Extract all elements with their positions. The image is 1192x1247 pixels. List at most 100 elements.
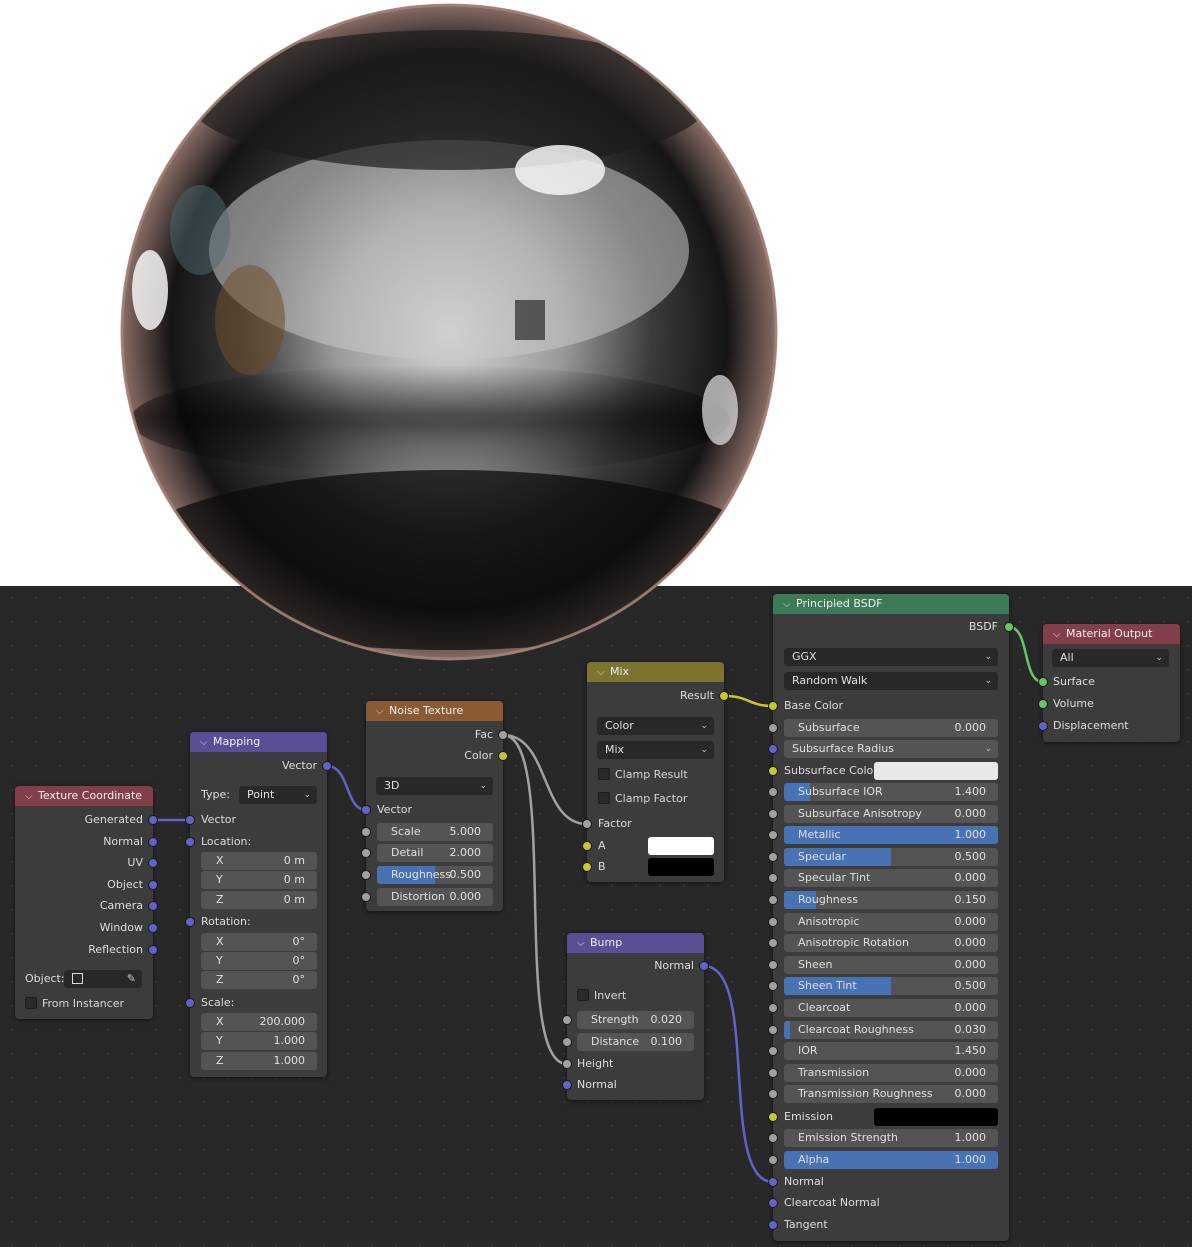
socket-sheen-tint[interactable] — [768, 981, 778, 992]
transmission-slider[interactable]: Transmission 0.000 — [784, 1063, 998, 1082]
socket-factor[interactable] — [582, 819, 592, 829]
socket-roughness[interactable] — [361, 870, 371, 880]
socket-camera[interactable] — [148, 901, 158, 911]
socket-base-color[interactable] — [768, 701, 778, 711]
socket-volume[interactable] — [1038, 699, 1048, 709]
emission-color-swatch[interactable] — [874, 1108, 998, 1126]
subsurface-method-dropdown[interactable]: Random Walk ⌄ — [784, 672, 998, 690]
socket-transmission[interactable] — [768, 1067, 778, 1078]
socket-normal[interactable] — [148, 837, 158, 847]
mapping-node[interactable]: ⌵ Mapping Vector Type: Point ⌄ Vector Loca… — [185, 732, 332, 1077]
socket-emission[interactable] — [768, 1112, 778, 1122]
socket-reflection[interactable] — [148, 945, 158, 955]
socket-subsurface-anisotropy[interactable] — [768, 808, 778, 819]
scale-x[interactable]: X 200.000 — [201, 1013, 317, 1031]
socket-displacement[interactable] — [1038, 721, 1048, 731]
node-header[interactable]: ⌵ Material Output — [1043, 624, 1180, 644]
socket-normal[interactable] — [768, 1177, 778, 1187]
metallic-slider[interactable]: Metallic 1.000 — [784, 826, 998, 845]
node-header[interactable]: ⌵ Bump — [567, 933, 704, 953]
invert-checkbox[interactable]: Invert — [577, 988, 626, 1004]
noise-texture-node[interactable]: ⌵ Noise Texture Fac Color 3D ⌄ Vector Scal… — [361, 701, 508, 911]
socket-result[interactable] — [719, 691, 729, 701]
roughness-field[interactable]: Roughness 0.500 — [377, 866, 493, 884]
socket-anisotropic[interactable] — [768, 916, 778, 927]
clamp-factor-checkbox[interactable]: Clamp Factor — [598, 791, 687, 807]
data-type-dropdown[interactable]: Color ⌄ — [597, 717, 714, 735]
socket-normal-out[interactable] — [699, 961, 709, 971]
socket-clearcoat-roughness[interactable] — [768, 1024, 778, 1035]
socket-window[interactable] — [148, 923, 158, 933]
socket-sheen[interactable] — [768, 959, 778, 970]
clearcoat-slider[interactable]: Clearcoat 0.000 — [784, 999, 998, 1017]
socket-b[interactable] — [582, 862, 592, 872]
chevron-down-icon[interactable]: ⌵ — [1053, 625, 1066, 645]
subsurface-radius-dropdown[interactable]: Subsurface Radius ⌄ — [784, 740, 998, 758]
dimension-dropdown[interactable]: 3D ⌄ — [376, 777, 493, 795]
chevron-down-icon[interactable]: ⌵ — [597, 663, 610, 683]
socket-scale[interactable] — [185, 998, 195, 1008]
bump-node[interactable]: ⌵ Bump Normal Invert Strength 0.020 Distan… — [562, 933, 709, 1100]
target-dropdown[interactable]: All ⌄ — [1052, 649, 1169, 667]
subsurface-field[interactable]: Subsurface 0.000 — [784, 719, 998, 737]
socket-alpha[interactable] — [768, 1155, 778, 1165]
socket-height[interactable] — [562, 1059, 572, 1069]
node-header[interactable]: ⌵ Mix — [587, 662, 724, 682]
socket-location[interactable] — [185, 837, 195, 847]
socket-roughness[interactable] — [768, 895, 778, 905]
socket-clearcoat-normal[interactable] — [768, 1198, 778, 1208]
socket-emission-strength[interactable] — [768, 1133, 778, 1143]
clearcoat-roughness-slider[interactable]: Clearcoat Roughness 0.030 — [784, 1020, 998, 1039]
socket-a[interactable] — [582, 841, 592, 851]
chevron-down-icon[interactable]: ⌵ — [577, 934, 590, 954]
clamp-result-checkbox[interactable]: Clamp Result — [598, 767, 688, 783]
distribution-dropdown[interactable]: GGX ⌄ — [784, 648, 998, 666]
socket-clearcoat[interactable] — [768, 1003, 778, 1013]
transmission-roughness-slider[interactable]: Transmission Roughness 0.000 — [784, 1085, 998, 1104]
socket-specular[interactable] — [768, 851, 778, 862]
a-color-swatch[interactable] — [648, 837, 714, 855]
sheen-slider[interactable]: Sheen 0.000 — [784, 955, 998, 974]
socket-color[interactable] — [498, 751, 508, 761]
blend-mode-dropdown[interactable]: Mix ⌄ — [597, 741, 714, 759]
location-x[interactable]: X 0 m — [201, 852, 317, 870]
texture-coordinate-node[interactable]: ⌵ Texture Coordinate Generated Normal UV … — [15, 786, 158, 1019]
socket-vector-out[interactable] — [322, 761, 332, 771]
specular-slider[interactable]: Specular 0.500 — [784, 847, 998, 866]
sheen-tint-slider[interactable]: Sheen Tint 0.500 — [784, 977, 998, 996]
node-header[interactable]: ⌵ Texture Coordinate — [15, 786, 153, 806]
subsurface-ior-slider[interactable]: Subsurface IOR 1.400 — [784, 783, 998, 801]
socket-normal-in[interactable] — [562, 1080, 572, 1090]
socket-distance[interactable] — [562, 1037, 572, 1047]
socket-subsurface-color[interactable] — [768, 766, 778, 776]
rotation-z[interactable]: Z 0° — [201, 971, 317, 989]
subsurface-color-swatch[interactable] — [874, 762, 998, 780]
socket-detail[interactable] — [361, 848, 371, 858]
socket-bsdf[interactable] — [1004, 622, 1014, 632]
socket-generated[interactable] — [148, 815, 158, 825]
strength-field[interactable]: Strength 0.020 — [577, 1011, 694, 1029]
chevron-down-icon[interactable]: ⌵ — [25, 787, 38, 807]
b-color-swatch[interactable] — [648, 858, 714, 876]
chevron-down-icon[interactable]: ⌵ — [200, 733, 213, 753]
scale-field[interactable]: Scale 5.000 — [377, 823, 493, 841]
node-header[interactable]: ⌵ Noise Texture — [366, 701, 503, 721]
mix-node[interactable]: ⌵ Mix Result Color ⌄ Mix ⌄ Clamp Result Cla… — [582, 662, 729, 882]
socket-vector-in[interactable] — [361, 805, 371, 815]
socket-subsurface-radius[interactable] — [768, 744, 778, 754]
chevron-down-icon[interactable]: ⌵ — [783, 595, 796, 615]
location-y[interactable]: Y 0 m — [201, 871, 317, 889]
socket-subsurface[interactable] — [768, 723, 778, 733]
node-header[interactable]: ⌵ Mapping — [190, 732, 327, 752]
roughness-slider[interactable]: Roughness 0.150 — [784, 891, 998, 909]
socket-vector-in[interactable] — [185, 815, 195, 825]
socket-specular-tint[interactable] — [768, 873, 778, 884]
socket-object[interactable] — [148, 880, 158, 890]
subsurface-anisotropy-slider[interactable]: Subsurface Anisotropy 0.000 — [784, 804, 998, 823]
anisotropic-slider[interactable]: Anisotropic 0.000 — [784, 912, 998, 931]
distortion-field[interactable]: Distortion 0.000 — [377, 888, 493, 906]
node-header[interactable]: ⌵ Principled BSDF — [773, 594, 1009, 614]
specular-tint-slider[interactable]: Specular Tint 0.000 — [784, 869, 998, 888]
principled-bsdf-node[interactable]: ⌵ Principled BSDF BSDF GGX ⌄ Random Walk ⌄ … — [768, 594, 1014, 1241]
location-z[interactable]: Z 0 m — [201, 891, 317, 909]
